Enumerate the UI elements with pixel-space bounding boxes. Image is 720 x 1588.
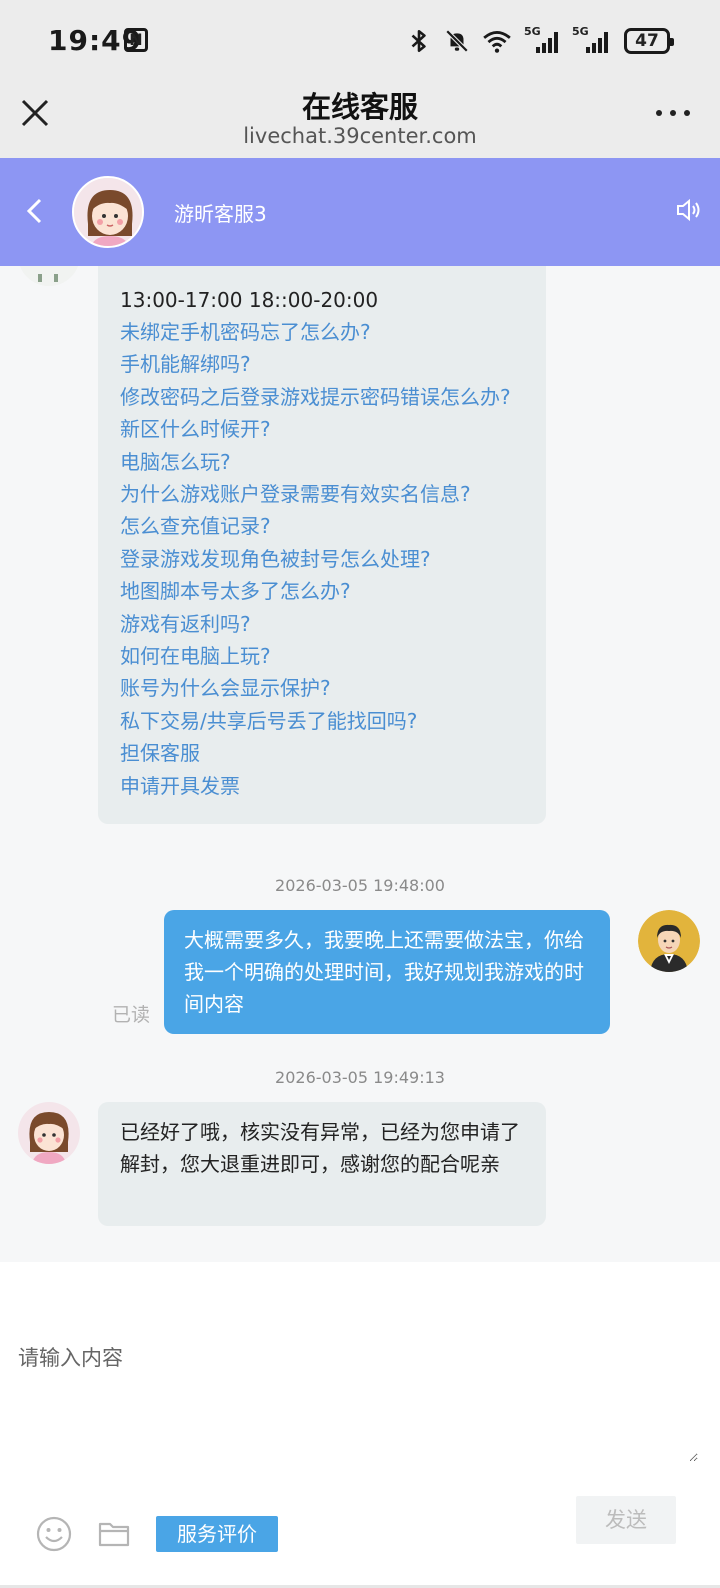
faq-link[interactable]: 地图脚本号太多了怎么办? xyxy=(120,575,524,607)
rate-service-button[interactable]: 服务评价 xyxy=(156,1516,278,1552)
service-hours: 13:00-17:00 18::00-20:00 xyxy=(120,288,379,312)
read-status: 已读 xyxy=(112,1004,151,1026)
faq-card: 13:00-17:00 18::00-20:00 未绑定手机密码忘了怎么办? 手… xyxy=(98,266,546,824)
faq-link[interactable]: 为什么游戏账户登录需要有效实名信息? xyxy=(120,478,524,510)
faq-link[interactable]: 怎么查充值记录? xyxy=(120,510,524,542)
chat-header: 游昕客服3 xyxy=(0,158,720,266)
wifi-icon xyxy=(483,31,511,53)
page-title: 在线客服 xyxy=(301,90,418,124)
agent-avatar xyxy=(72,176,144,248)
agent-avatar-small xyxy=(18,266,80,286)
user-message-bubble: 大概需要多久，我要晚上还需要做法宝，你给我一个明确的处理时间，我好规划我游戏的时… xyxy=(164,910,610,1034)
nfc-icon: N xyxy=(124,28,148,52)
faq-link-list: 未绑定手机密码忘了怎么办? 手机能解绑吗? 修改密码之后登录游戏提示密码错误怎么… xyxy=(120,316,524,802)
message-timestamp: 2026-03-05 19:49:13 xyxy=(275,1068,445,1087)
more-options-icon[interactable] xyxy=(656,110,690,118)
faq-link[interactable]: 登录游戏发现角色被封号怎么处理? xyxy=(120,543,524,575)
message-timestamp: 2026-03-05 19:48:00 xyxy=(275,876,445,895)
faq-link[interactable]: 申请开具发票 xyxy=(120,770,524,802)
signal-icon: 5G xyxy=(524,25,560,53)
page-url: livechat.39center.com xyxy=(243,124,477,148)
folder-icon[interactable] xyxy=(98,1518,130,1548)
chat-area[interactable]: 13:00-17:00 18::00-20:00 未绑定手机密码忘了怎么办? 手… xyxy=(0,266,720,1262)
agent-message-text: 已经好了哦，核实没有异常，已经为您申请了解封，您大退重进即可，感谢您的配合呢亲 xyxy=(120,1120,520,1176)
user-avatar xyxy=(638,910,700,972)
signal-icon: 5G xyxy=(572,25,612,53)
agent-message-bubble: 已经好了哦，核实没有异常，已经为您申请了解封，您大退重进即可，感谢您的配合呢亲 xyxy=(98,1102,546,1226)
faq-link[interactable]: 手机能解绑吗? xyxy=(120,348,524,380)
speaker-icon[interactable] xyxy=(674,196,702,224)
faq-link[interactable]: 修改密码之后登录游戏提示密码错误怎么办? xyxy=(120,381,524,413)
faq-link[interactable]: 未绑定手机密码忘了怎么办? xyxy=(120,316,524,348)
emoji-icon[interactable] xyxy=(36,1516,72,1552)
bluetooth-icon xyxy=(411,29,426,53)
user-message-text: 大概需要多久，我要晚上还需要做法宝，你给我一个明确的处理时间，我好规划我游戏的时… xyxy=(184,928,584,1016)
agent-avatar-small xyxy=(18,1102,80,1164)
send-button[interactable]: 发送 xyxy=(576,1496,676,1544)
status-icons: 5G 5G 47 xyxy=(406,24,674,58)
input-area: 服务评价 发送 xyxy=(0,1262,720,1588)
status-bar: 19:49 N 5G 5G 47 xyxy=(0,0,720,82)
faq-link[interactable]: 电脑怎么玩? xyxy=(120,446,524,478)
agent-name: 游昕客服3 xyxy=(174,202,267,226)
faq-link[interactable]: 私下交易/共享后号丢了能找回吗? xyxy=(120,705,524,737)
battery-icon: 47 xyxy=(624,28,674,54)
message-input[interactable] xyxy=(18,1342,698,1462)
bell-muted-icon xyxy=(445,29,469,53)
faq-link[interactable]: 新区什么时候开? xyxy=(120,413,524,445)
browser-titlebar: 在线客服 livechat.39center.com xyxy=(0,82,720,158)
back-arrow-icon[interactable] xyxy=(24,196,46,226)
faq-link[interactable]: 游戏有返利吗? xyxy=(120,608,524,640)
faq-link[interactable]: 账号为什么会显示保护? xyxy=(120,672,524,704)
faq-link[interactable]: 担保客服 xyxy=(120,737,524,769)
faq-link[interactable]: 如何在电脑上玩? xyxy=(120,640,524,672)
